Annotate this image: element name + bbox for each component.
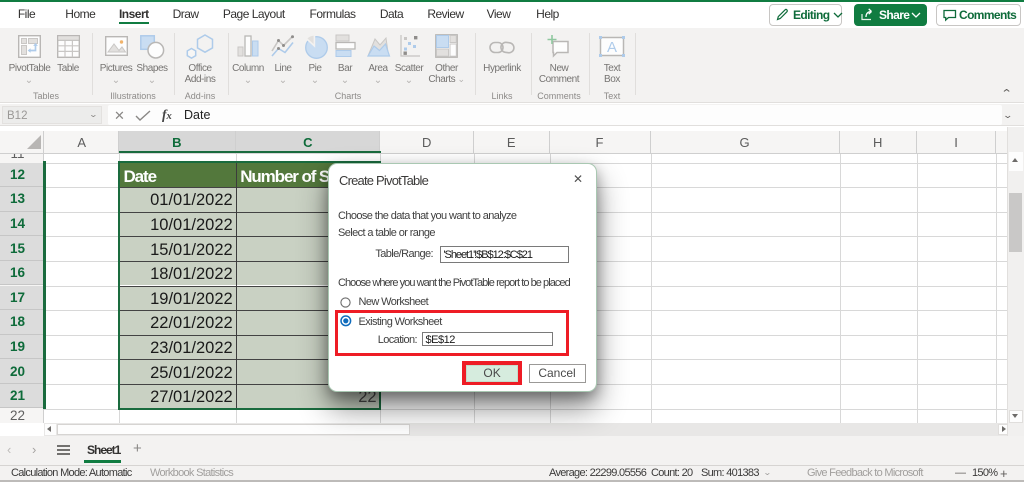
svg-text:A: A — [607, 39, 617, 56]
